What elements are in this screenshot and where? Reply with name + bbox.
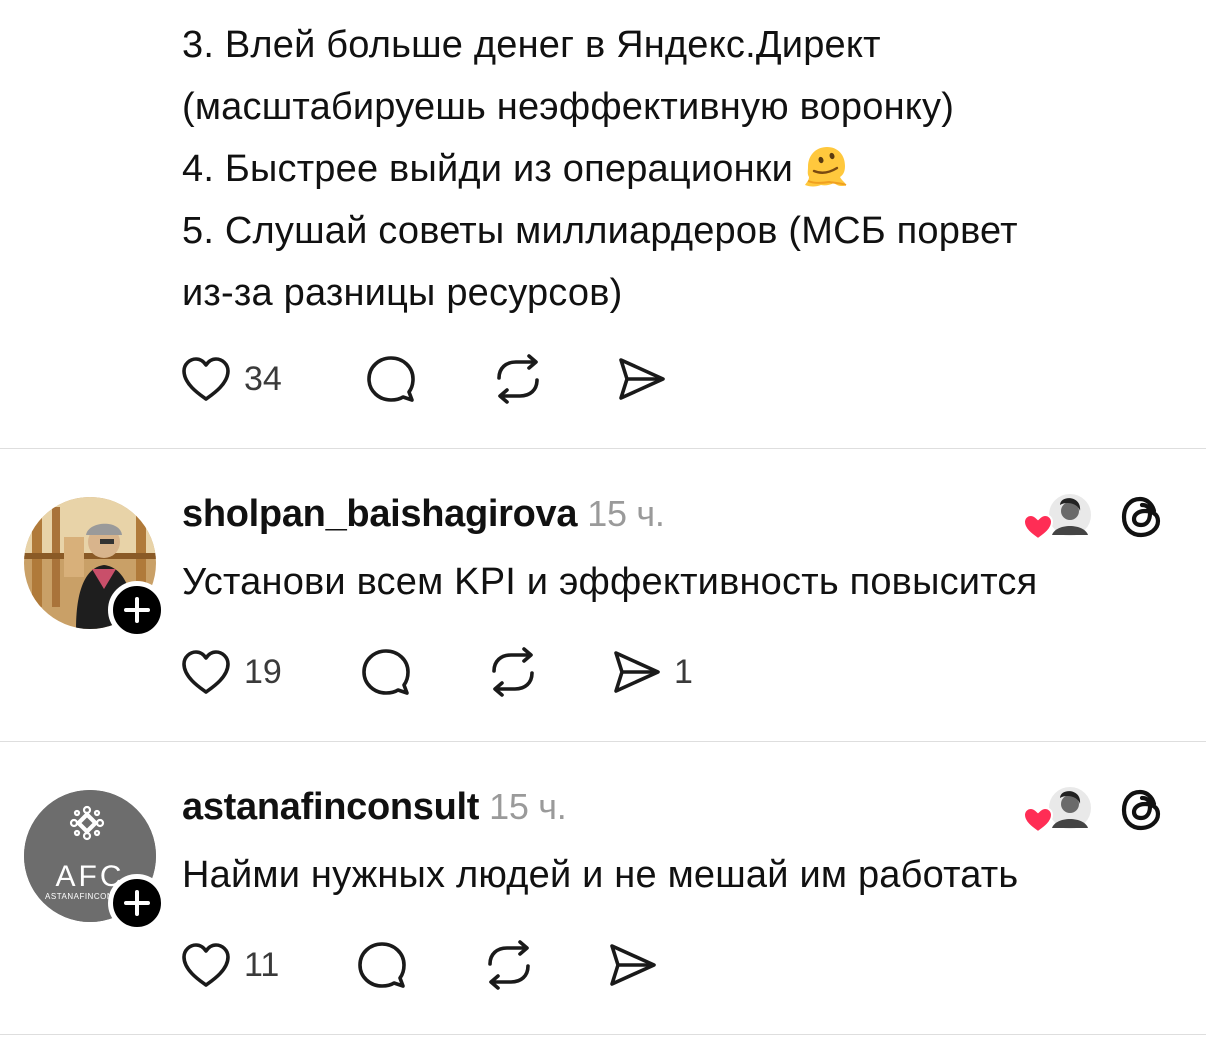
- timestamp: 15 ч.: [489, 786, 567, 827]
- post-line: 5. Слушай советы миллиардеров (МСБ порве…: [182, 210, 1018, 252]
- melting-face-emoji-icon: [805, 147, 847, 187]
- plus-icon: [124, 597, 150, 623]
- repost-icon: [488, 940, 530, 990]
- repost-button[interactable]: [482, 940, 606, 990]
- threads-feed: 3. Влей больше денег в Яндекс.Директ (ма…: [0, 0, 1206, 1063]
- comment-button[interactable]: [356, 940, 482, 990]
- reply-actions: 11: [180, 940, 658, 990]
- follow-button[interactable]: [108, 581, 166, 639]
- username[interactable]: sholpan_baishagirova: [182, 493, 578, 535]
- like-button[interactable]: 34: [180, 355, 365, 403]
- post-line: 3. Влей больше денег в Яндекс.Директ: [182, 24, 881, 66]
- timestamp: 15 ч.: [587, 493, 665, 534]
- post-line-with-emoji: 4. Быстрее выйди из операционки: [182, 138, 1172, 200]
- send-icon: [619, 358, 665, 400]
- share-button[interactable]: [615, 356, 667, 402]
- liked-by-author: [1020, 489, 1094, 545]
- repost-icon: [492, 647, 534, 697]
- like-count: 34: [244, 359, 282, 398]
- plus-icon: [124, 890, 150, 916]
- like-count: 19: [244, 652, 282, 691]
- like-button[interactable]: 11: [180, 941, 356, 989]
- liked-by-author: [1020, 782, 1094, 838]
- heart-icon: [182, 943, 230, 987]
- reply-item: AFC ASTANAFINCONSULT astanafinconsult 15 …: [0, 742, 1206, 1034]
- share-count: 1: [674, 652, 693, 691]
- post-actions: 34: [180, 354, 667, 404]
- repost-button[interactable]: [486, 647, 610, 697]
- post-line: 4. Быстрее выйди из операционки: [182, 148, 794, 190]
- threads-logo-icon[interactable]: [1116, 491, 1168, 543]
- comment-button[interactable]: [365, 354, 491, 404]
- reply-actions: 19 1: [180, 647, 693, 697]
- repost-button[interactable]: [491, 354, 615, 404]
- send-icon: [614, 651, 660, 693]
- username-row: astanafinconsult 15 ч.: [182, 786, 567, 829]
- author-liked-avatar-icon: [1022, 785, 1093, 834]
- heart-icon: [182, 650, 230, 694]
- author-liked-avatar-icon: [1022, 492, 1093, 541]
- reply-text: Найми нужных людей и не мешай им работат…: [182, 854, 1019, 896]
- share-button[interactable]: 1: [610, 649, 693, 695]
- post-line: из-за разницы ресурсов): [182, 272, 623, 314]
- username[interactable]: astanafinconsult: [182, 786, 479, 828]
- follow-button[interactable]: [108, 874, 166, 932]
- username-row: sholpan_baishagirova 15 ч.: [182, 493, 665, 536]
- like-count: 11: [244, 945, 280, 984]
- send-icon: [610, 944, 656, 986]
- reply-text: Установи всем KPI и эффективность повыси…: [182, 561, 1038, 603]
- share-button[interactable]: [606, 942, 658, 988]
- repost-icon: [497, 354, 539, 404]
- divider: [0, 1034, 1206, 1035]
- post-body: 3. Влей больше денег в Яндекс.Директ (ма…: [182, 14, 1172, 324]
- comment-icon: [358, 942, 406, 988]
- reply-item: sholpan_baishagirova 15 ч. Установи всем …: [0, 449, 1206, 741]
- comment-icon: [362, 649, 410, 695]
- like-button[interactable]: 19: [180, 648, 360, 696]
- heart-icon: [182, 357, 230, 401]
- post-line: (масштабируешь неэффективную воронку): [182, 86, 955, 128]
- comment-button[interactable]: [360, 647, 486, 697]
- comment-icon: [367, 356, 415, 402]
- threads-logo-icon[interactable]: [1116, 784, 1168, 836]
- post-continued: 3. Влей больше денег в Яндекс.Директ (ма…: [0, 0, 1206, 450]
